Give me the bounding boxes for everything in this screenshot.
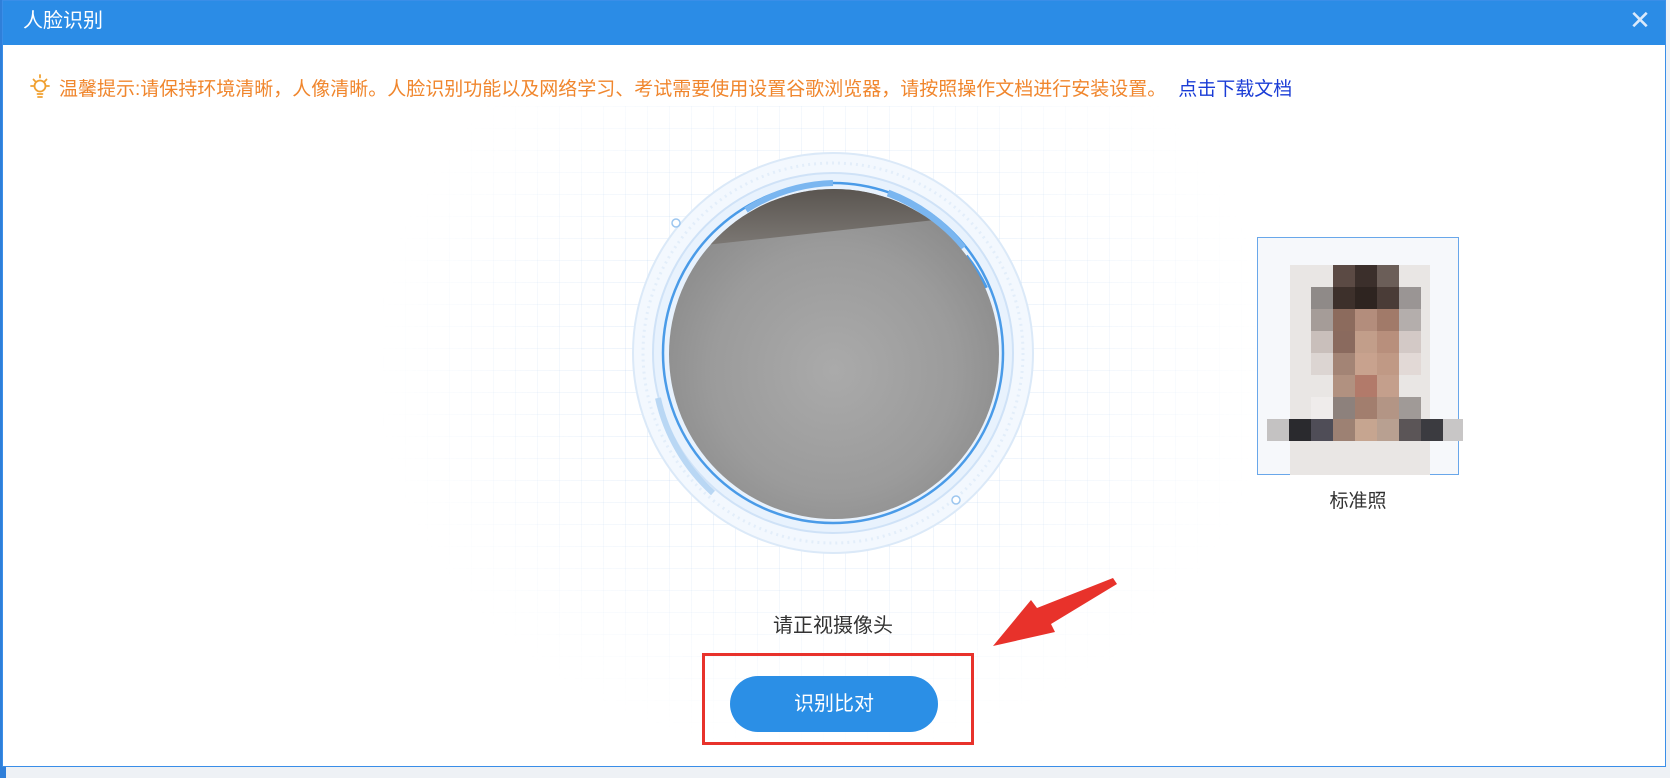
lightbulb-icon [30, 74, 50, 98]
dialog-title: 人脸识别 [23, 10, 103, 32]
tip-text: 温馨提示:请保持环境清晰，人像清晰。人脸识别功能以及网络学习、考试需要使用设置谷… [59, 78, 1167, 100]
tip-banner: 温馨提示:请保持环境清晰，人像清晰。人脸识别功能以及网络学习、考试需要使用设置谷… [27, 69, 1292, 105]
close-button[interactable]: ✕ [1625, 5, 1655, 35]
camera-prompt: 请正视摄像头 [773, 615, 893, 637]
annotation-arrow [993, 578, 1117, 646]
face-recognition-dialog: 人脸识别 ✕ 温馨提示:请保持环境清晰，人像清晰。人脸识别功能以及网络学习、考试… [2, 0, 1666, 767]
dialog-titlebar: 人脸识别 ✕ [3, 1, 1665, 45]
compare-button[interactable]: 识别比对 [730, 676, 938, 732]
close-icon: ✕ [1629, 5, 1651, 35]
reference-photo-pixelated [1267, 265, 1463, 475]
camera-feed [669, 189, 999, 519]
download-document-link[interactable]: 点击下载文档 [1178, 74, 1292, 101]
reference-photo-caption: 标准照 [1329, 491, 1387, 512]
